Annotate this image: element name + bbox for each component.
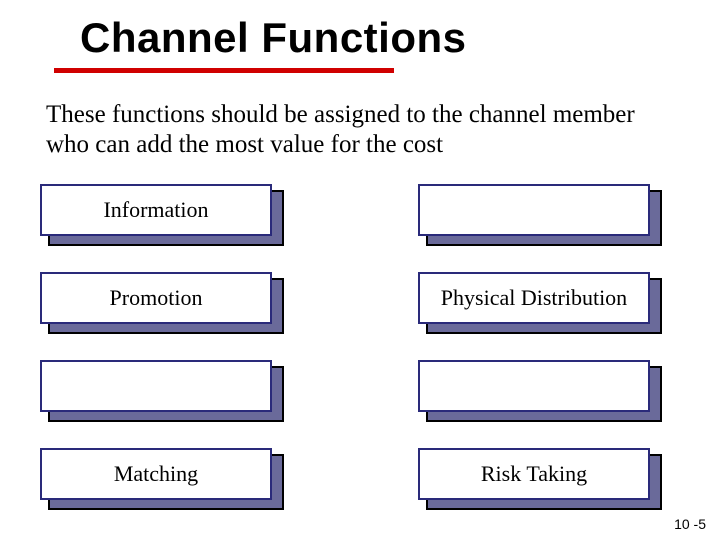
box-label: Promotion — [40, 272, 272, 324]
box-left-3 — [40, 360, 280, 418]
box-right-2: Physical Distribution — [418, 272, 658, 330]
box-label: Risk Taking — [418, 448, 650, 500]
box-right-4: Risk Taking — [418, 448, 658, 506]
slide: Channel Functions These functions should… — [0, 0, 720, 540]
box-label — [418, 360, 650, 412]
box-label — [40, 360, 272, 412]
slide-subtitle: These functions should be assigned to th… — [46, 100, 674, 160]
box-right-1 — [418, 184, 658, 242]
box-label — [418, 184, 650, 236]
box-label: Information — [40, 184, 272, 236]
box-left-4: Matching — [40, 448, 280, 506]
slide-title: Channel Functions — [80, 14, 467, 62]
box-left-1: Information — [40, 184, 280, 242]
box-left-2: Promotion — [40, 272, 280, 330]
box-label: Physical Distribution — [418, 272, 650, 324]
boxes-grid: Information Promotion Matching — [40, 184, 680, 500]
title-underline — [54, 68, 394, 73]
page-number: 10 -5 — [674, 516, 706, 532]
box-right-3 — [418, 360, 658, 418]
box-label: Matching — [40, 448, 272, 500]
